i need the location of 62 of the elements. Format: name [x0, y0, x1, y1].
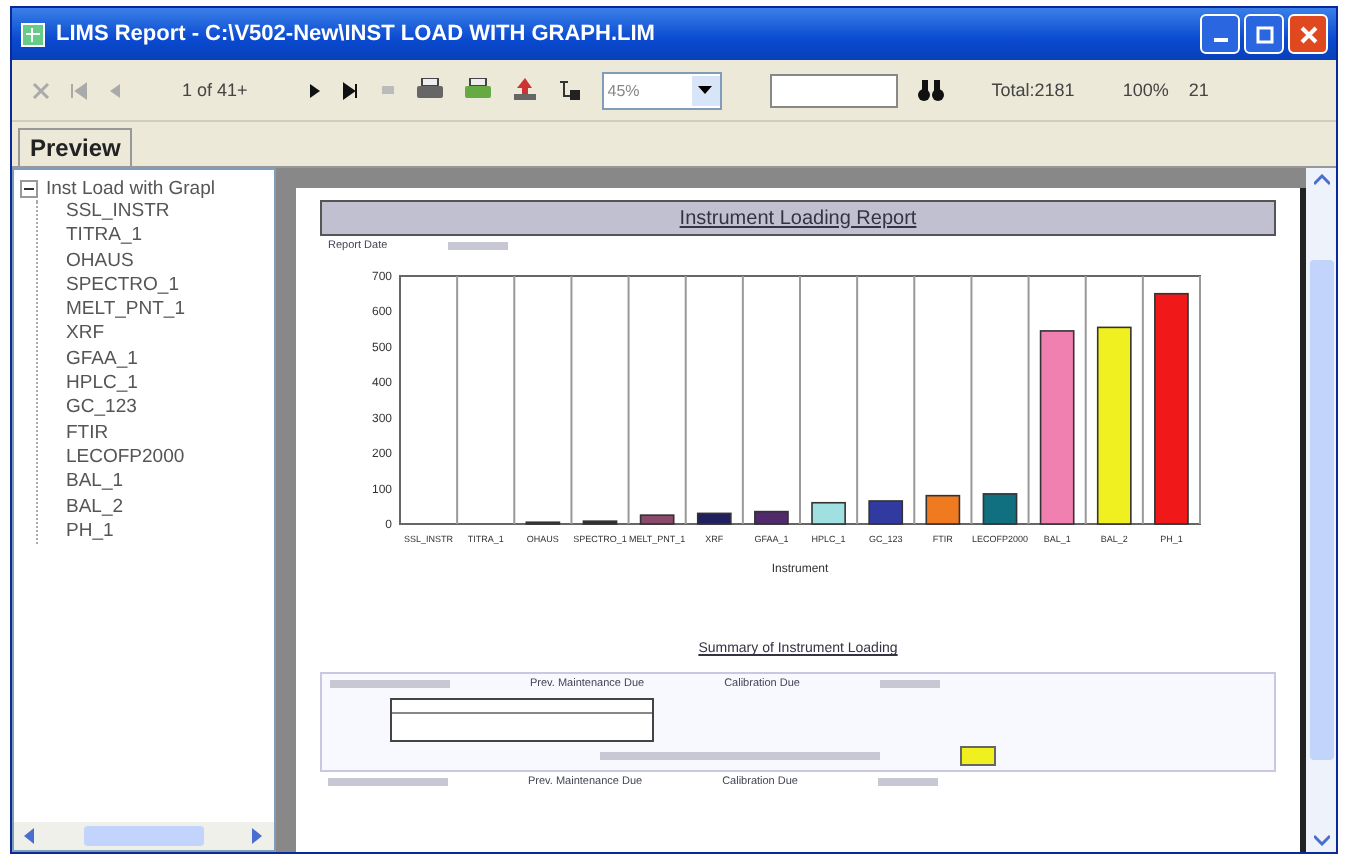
maximize-icon — [1255, 25, 1273, 43]
redacted-text — [878, 778, 938, 786]
tree-item[interactable]: PH_1 — [66, 519, 114, 542]
close-icon — [1299, 25, 1317, 43]
tree-item[interactable]: Inst Load with Grapl — [46, 178, 215, 200]
last-page-icon[interactable] — [341, 81, 360, 99]
scroll-right-icon[interactable] — [252, 828, 264, 844]
search-field[interactable] — [769, 73, 898, 107]
tree-item[interactable]: GC_123 — [66, 396, 137, 419]
redacted-text — [328, 778, 448, 786]
bar — [639, 514, 675, 525]
scroll-left-icon[interactable] — [24, 828, 36, 844]
redacted-text — [447, 242, 508, 250]
percent-label: 100% — [1122, 80, 1169, 100]
bar — [696, 512, 732, 525]
tree-item[interactable]: HPLC_1 — [66, 372, 138, 395]
tree-item[interactable]: OHAUS — [66, 249, 134, 272]
bar — [1096, 326, 1132, 525]
tree-item[interactable]: SSL_INSTR — [66, 200, 170, 222]
tree-item[interactable]: BAL_2 — [66, 495, 124, 518]
tree-item[interactable]: MELT_PNT_1 — [66, 298, 185, 321]
bar — [1039, 330, 1075, 525]
horizontal-scrollbar[interactable] — [14, 822, 274, 850]
collapse-icon[interactable] — [20, 180, 38, 198]
tree-toggle-icon[interactable] — [557, 78, 582, 102]
maximize-button[interactable] — [1244, 14, 1284, 54]
caret-icon — [698, 86, 713, 94]
printer-icon[interactable] — [463, 78, 492, 102]
tree-item[interactable]: TITRA_1 — [66, 224, 143, 247]
count-highlight — [960, 746, 996, 766]
window-title: LIMS Report - C:\V502-New\INST LOAD WITH GRAPH.LIM — [56, 22, 657, 46]
printer-icon[interactable] — [415, 78, 444, 102]
bar — [868, 500, 904, 525]
close-button[interactable] — [1288, 14, 1328, 54]
tree-item[interactable]: BAL_1 — [66, 470, 124, 493]
zoom-dropdown[interactable]: 45% — [601, 71, 722, 109]
binoculars-icon[interactable] — [917, 79, 944, 101]
bar — [925, 494, 961, 525]
bar — [1154, 292, 1189, 525]
preview-tab[interactable]: Preview — [18, 128, 133, 166]
scroll-down-icon[interactable] — [1313, 834, 1329, 846]
count-label: 21 — [1188, 80, 1209, 100]
report-title: Instrument Loading Report — [320, 200, 1276, 236]
redacted-text — [330, 680, 450, 688]
minimize-icon — [1213, 38, 1227, 42]
tree-item[interactable]: GFAA_1 — [66, 347, 138, 370]
next-page-icon[interactable] — [307, 81, 322, 99]
bar — [811, 501, 846, 525]
export-icon[interactable] — [511, 78, 538, 102]
vertical-scrollbar[interactable] — [1306, 168, 1336, 852]
tree-item[interactable]: SPECTRO_1 — [66, 273, 179, 296]
tree-item[interactable]: FTIR — [66, 421, 109, 444]
tree-item[interactable]: XRF — [66, 322, 104, 345]
total-count: Total:2181 — [991, 80, 1075, 100]
minimize-button[interactable] — [1200, 14, 1240, 54]
bar — [982, 493, 1018, 525]
redacted-text — [880, 680, 940, 688]
bar — [754, 510, 789, 525]
scroll-up-icon[interactable] — [1313, 174, 1329, 186]
page-indicator: 1 of 41+ — [182, 80, 248, 100]
tree-item[interactable]: LECOFP2000 — [66, 445, 185, 468]
app-icon — [20, 21, 46, 47]
